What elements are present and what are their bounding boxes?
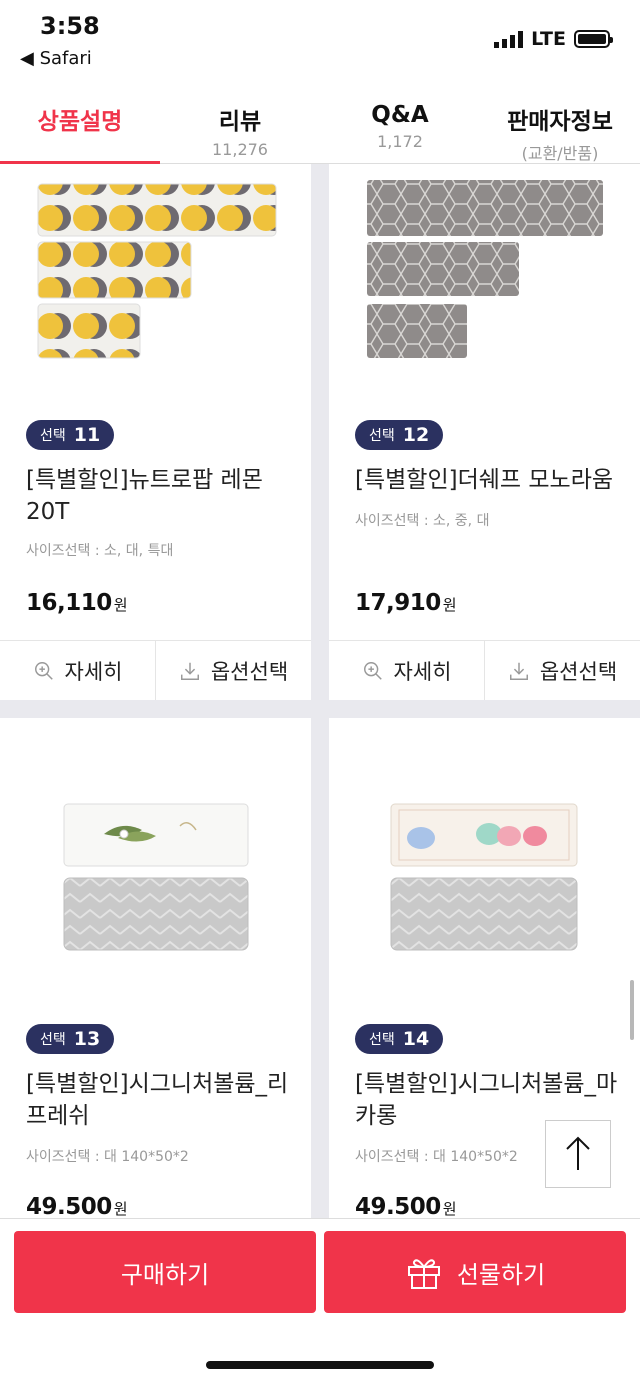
badge-label: 선택: [40, 1032, 66, 1048]
size-options: 사이즈선택 : 소, 중, 대: [355, 513, 490, 529]
buy-button[interactable]: 구매하기: [14, 1231, 316, 1313]
network-label: LTE: [531, 28, 566, 50]
product-name[interactable]: [특별할인]시그니처볼륨_리프레쉬: [26, 1068, 296, 1132]
detail-label: 자세히: [393, 659, 452, 684]
option-badge: 선택 11: [26, 420, 115, 450]
currency: 원: [113, 1200, 128, 1218]
tab-count: 11,276: [212, 140, 268, 159]
download-icon: [180, 662, 199, 680]
product-card[interactable]: 선택 12 [특별할인]더쉐프 모노라움 사이즈선택 : 소, 중, 대 17,…: [329, 164, 640, 700]
price-value: 49.500: [355, 1194, 441, 1218]
card-actions: 자세히 옵션선택: [0, 640, 311, 700]
scroll-to-top-button[interactable]: [545, 1120, 611, 1188]
home-indicator[interactable]: [206, 1361, 434, 1369]
back-to-safari-link[interactable]: ◀ Safari: [20, 48, 92, 69]
tab-seller-info[interactable]: 판매자정보 (교환/반품): [480, 90, 640, 163]
arrow-up-icon: [566, 1136, 590, 1170]
card-actions: 자세히 옵션선택: [329, 640, 640, 700]
currency: 원: [442, 1200, 457, 1218]
tab-qna[interactable]: Q&A 1,172: [320, 90, 480, 163]
option-badge: 선택 13: [26, 1024, 115, 1054]
option-select-button[interactable]: 옵션선택: [155, 641, 311, 700]
tab-reviews[interactable]: 리뷰 11,276: [160, 90, 320, 163]
product-grid: 선택 11 [특별할인]뉴트로팝 레몬 20T 사이즈선택 : 소, 대, 특대…: [0, 164, 640, 1218]
currency: 원: [113, 596, 128, 614]
buy-label: 구매하기: [120, 1260, 210, 1289]
detail-button[interactable]: 자세히: [329, 641, 484, 700]
tab-label: 판매자정보: [507, 109, 613, 135]
badge-label: 선택: [369, 1032, 395, 1048]
currency: 원: [442, 596, 457, 614]
download-icon: [509, 662, 528, 680]
product-name[interactable]: [특별할인]더쉐프 모노라움: [355, 464, 625, 496]
product-image-refresh-mat[interactable]: [0, 778, 311, 1018]
tab-label: Q&A: [371, 102, 429, 128]
tab-label: 리뷰: [218, 109, 262, 135]
product-image-mono-mat[interactable]: [329, 164, 640, 404]
price-value: 49.500: [26, 1194, 112, 1218]
battery-icon: [574, 30, 613, 48]
size-options: 사이즈선택 : 대 140*50*2: [26, 1149, 189, 1165]
zoom-in-icon: [34, 661, 53, 680]
tab-description[interactable]: 상품설명: [0, 90, 160, 164]
product-card[interactable]: 선택 13 [특별할인]시그니처볼륨_리프레쉬 사이즈선택 : 대 140*50…: [0, 718, 311, 1218]
status-bar: 3:58 ◀ Safari LTE: [0, 0, 640, 90]
badge-number: 11: [73, 424, 101, 446]
option-badge: 선택 14: [355, 1024, 444, 1054]
clock: 3:58: [40, 12, 100, 40]
option-label: 옵션선택: [539, 659, 618, 684]
status-indicators: LTE: [494, 28, 613, 50]
detail-button[interactable]: 자세히: [0, 641, 155, 700]
scrollbar[interactable]: [630, 980, 634, 1040]
option-select-button[interactable]: 옵션선택: [484, 641, 640, 700]
size-options: 사이즈선택 : 대 140*50*2: [355, 1149, 518, 1165]
option-label: 옵션선택: [210, 659, 289, 684]
tab-label: 상품설명: [37, 109, 123, 135]
gift-label: 선물하기: [456, 1260, 546, 1289]
price: 49.500 원: [355, 1194, 457, 1218]
gift-icon: [407, 1259, 440, 1289]
badge-number: 13: [73, 1028, 101, 1050]
product-card[interactable]: 선택 11 [특별할인]뉴트로팝 레몬 20T 사이즈선택 : 소, 대, 특대…: [0, 164, 311, 700]
badge-label: 선택: [40, 428, 66, 444]
badge-number: 14: [402, 1028, 430, 1050]
product-name[interactable]: [특별할인]뉴트로팝 레몬 20T: [26, 464, 296, 528]
tab-bar: 상품설명 리뷰 11,276 Q&A 1,172 판매자정보 (교환/반품): [0, 90, 640, 164]
detail-label: 자세히: [64, 659, 123, 684]
tab-sub: (교환/반품): [521, 144, 599, 163]
price: 49.500 원: [26, 1194, 128, 1218]
tab-count: 1,172: [377, 132, 423, 151]
purchase-bar: 구매하기 선물하기: [0, 1218, 640, 1384]
size-options: 사이즈선택 : 소, 대, 특대: [26, 543, 174, 559]
product-image-lemon-mat[interactable]: [0, 164, 311, 404]
gift-button[interactable]: 선물하기: [324, 1231, 626, 1313]
zoom-in-icon: [363, 661, 382, 680]
option-badge: 선택 12: [355, 420, 444, 450]
signal-icon: [494, 30, 524, 48]
badge-label: 선택: [369, 428, 395, 444]
price: 17,910 원: [355, 590, 457, 616]
price: 16,110 원: [26, 590, 128, 616]
product-image-macaron-mat[interactable]: [329, 778, 640, 1018]
badge-number: 12: [402, 424, 430, 446]
price-value: 17,910: [355, 590, 441, 616]
price-value: 16,110: [26, 590, 112, 616]
